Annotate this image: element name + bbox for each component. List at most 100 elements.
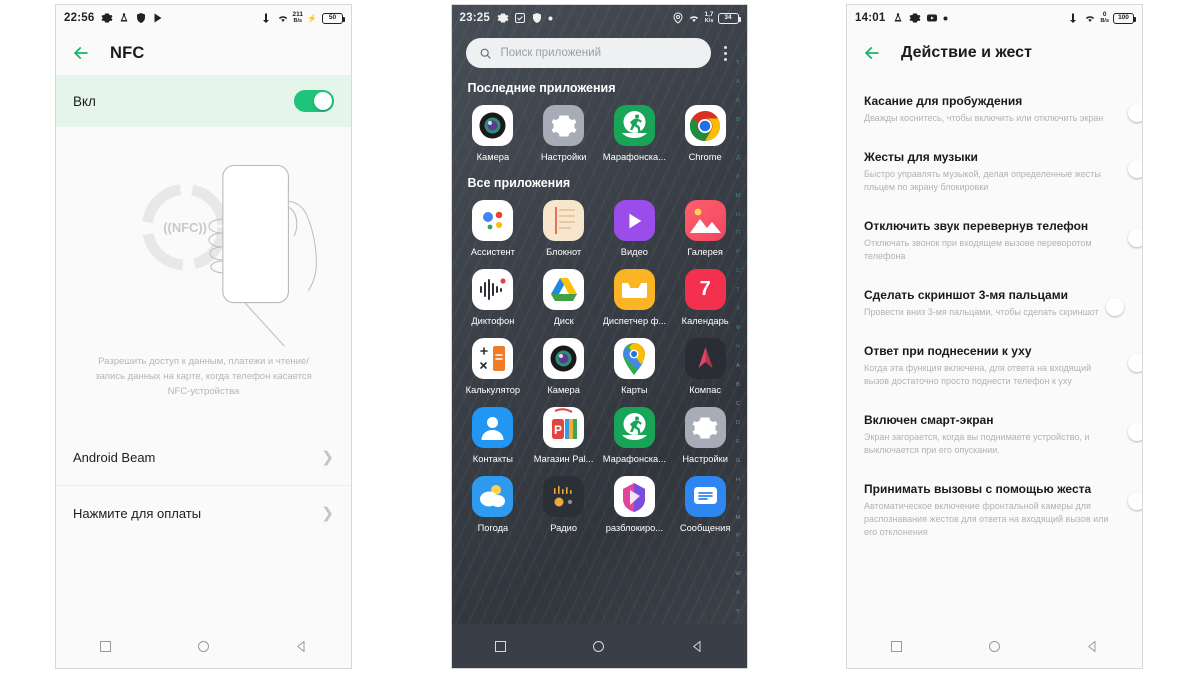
page-title: Действие и жест [901, 44, 1032, 61]
home-button[interactable] [181, 631, 225, 661]
app-item-camera[interactable]: Камера [458, 101, 529, 168]
app-item-drive[interactable]: Диск [528, 265, 599, 332]
nfc-toggle-switch[interactable] [294, 90, 334, 112]
wifi-icon [688, 12, 700, 24]
app-label: Видео [620, 247, 648, 257]
recent-apps-grid: Камера Настройки Марафонска... Chrome [452, 101, 747, 168]
app-item-marathon[interactable]: Марафонска... [599, 101, 670, 168]
index-letter[interactable]: M [736, 515, 741, 522]
gesture-row-answer-by-gesture[interactable]: Принимать вызовы с помощью жеста Автомат… [847, 469, 1142, 551]
gesture-description: Дважды коснитесь, чтобы включить или отк… [864, 113, 1104, 123]
wifi-icon [277, 12, 289, 24]
gesture-row-three-finger-screenshot[interactable]: Сделать скриншот 3-мя пальцами Провести … [847, 275, 1142, 331]
app-item-assistant[interactable]: Ассистент [458, 196, 529, 263]
index-letter[interactable]: B [736, 382, 740, 389]
index-letter[interactable]: С [736, 269, 740, 275]
app-item-radio[interactable]: Радио [528, 472, 599, 539]
app-label: Диспетчер ф... [602, 316, 667, 326]
cloud-upload-icon [118, 12, 130, 24]
index-letter[interactable]: X [736, 591, 740, 597]
status-time: 23:25 [459, 12, 490, 24]
gesture-row-music-gestures[interactable]: Жесты для музыки Быстро управлять музыко… [847, 137, 1142, 206]
index-letter[interactable]: В [736, 117, 740, 124]
index-letter[interactable]: А [736, 79, 740, 86]
home-button[interactable] [577, 631, 621, 661]
back-button[interactable] [675, 631, 719, 661]
index-letter[interactable]: P [736, 534, 740, 540]
app-label: Ассистент [470, 247, 515, 257]
app-item-settings-2[interactable]: Настройки [670, 403, 741, 470]
recents-button[interactable] [874, 631, 918, 661]
status-bar-gestures: 14:01 0 B/s 100 [847, 5, 1142, 31]
app-item-messages[interactable]: Сообщения [670, 472, 741, 539]
search-input[interactable]: Поиск приложений [465, 38, 711, 68]
index-letter[interactable]: Н [736, 212, 740, 219]
search-icon [479, 47, 492, 60]
app-item-settings[interactable]: Настройки [528, 101, 599, 168]
back-arrow-icon[interactable] [70, 42, 92, 64]
index-letter[interactable]: C [736, 401, 740, 408]
app-item-notes[interactable]: Блокнот [528, 196, 599, 263]
index-letter[interactable]: I [737, 496, 739, 503]
index-letter[interactable]: S [736, 553, 740, 559]
index-letter[interactable]: G [736, 458, 740, 465]
filemanager-app-icon [613, 269, 655, 310]
index-letter[interactable]: A [736, 363, 740, 370]
list-item-tap-to-pay[interactable]: Нажмите для оплаты ❯ [56, 485, 351, 541]
app-item-video[interactable]: Видео [599, 196, 670, 263]
index-letter[interactable]: Ч [736, 344, 740, 351]
recents-button[interactable] [83, 631, 127, 661]
back-button[interactable] [280, 631, 324, 661]
index-letter[interactable]: Р [736, 250, 740, 256]
index-letter[interactable]: Ф [736, 326, 740, 332]
search-placeholder: Поиск приложений [500, 47, 602, 59]
index-letter[interactable]: Г [736, 136, 739, 143]
recents-button[interactable] [479, 631, 523, 661]
index-letter[interactable]: F [736, 439, 739, 446]
app-item-recorder[interactable]: Диктофон [458, 265, 529, 332]
app-item-contacts[interactable]: Контакты [458, 403, 529, 470]
index-letter[interactable]: W [735, 572, 740, 578]
index-letter[interactable]: М [736, 193, 741, 200]
index-letter[interactable]: Б [736, 98, 740, 105]
app-item-compass[interactable]: Компас [670, 334, 741, 401]
heart-shield-icon [531, 12, 543, 24]
gesture-row-tap-to-wake[interactable]: Касание для пробуждения Дважды коснитесь… [847, 81, 1142, 137]
index-letter[interactable]: У [736, 307, 740, 313]
app-item-gallery[interactable]: Галерея [670, 196, 741, 263]
app-item-marathon-2[interactable]: Марафонска... [599, 403, 670, 470]
index-letter[interactable]: Д [736, 155, 740, 162]
app-label: Магазин Pal... [533, 454, 594, 464]
marathon-app-icon [613, 105, 655, 146]
back-button[interactable] [1071, 631, 1115, 661]
app-item-palmstore[interactable]: P Магазин Pal... [528, 403, 599, 470]
index-letter[interactable]: D [736, 420, 740, 427]
alphabet-index-scrollbar[interactable]: ¶ А Б В Г Д К М Н П Р С Т У Ф Ч A B C D … [732, 60, 745, 616]
app-item-unlock[interactable]: разблокиро... [599, 472, 670, 539]
app-item-chrome[interactable]: Chrome [670, 101, 741, 168]
gesture-row-smart-screen[interactable]: Включен смарт-экран Экран загорается, ко… [847, 400, 1142, 469]
nfc-illustration: ((NFC)) [56, 127, 351, 352]
index-letter[interactable]: П [736, 231, 740, 237]
app-item-camera-2[interactable]: Камера [528, 334, 599, 401]
app-item-file-manager[interactable]: Диспетчер ф... [599, 265, 670, 332]
app-label: Настройки [540, 152, 587, 162]
list-item-android-beam[interactable]: Android Beam ❯ [56, 429, 351, 485]
home-button[interactable] [972, 631, 1016, 661]
gesture-row-flip-to-mute[interactable]: Отключить звук перевернув телефон Отключ… [847, 206, 1142, 275]
index-letter[interactable]: Т [736, 288, 739, 294]
nfc-enable-row[interactable]: Вкл [56, 75, 351, 127]
overflow-menu-icon[interactable] [715, 45, 737, 61]
app-item-calendar[interactable]: 7 Календарь [670, 265, 741, 332]
play-store-icon [152, 12, 164, 24]
app-item-maps[interactable]: Карты [599, 334, 670, 401]
app-item-weather[interactable]: Погода [458, 472, 529, 539]
index-letter[interactable]: К [736, 174, 739, 181]
app-item-calculator[interactable]: Калькулятор [458, 334, 529, 401]
gesture-title: Отключить звук перевернув телефон [864, 219, 1089, 233]
gesture-row-raise-to-ear-answer[interactable]: Ответ при поднесении к уху Когда эта фун… [847, 331, 1142, 400]
index-letter[interactable]: Y [736, 610, 740, 616]
back-arrow-icon[interactable] [861, 42, 883, 64]
index-letter[interactable]: ¶ [736, 60, 739, 67]
index-letter[interactable]: H [736, 477, 740, 484]
